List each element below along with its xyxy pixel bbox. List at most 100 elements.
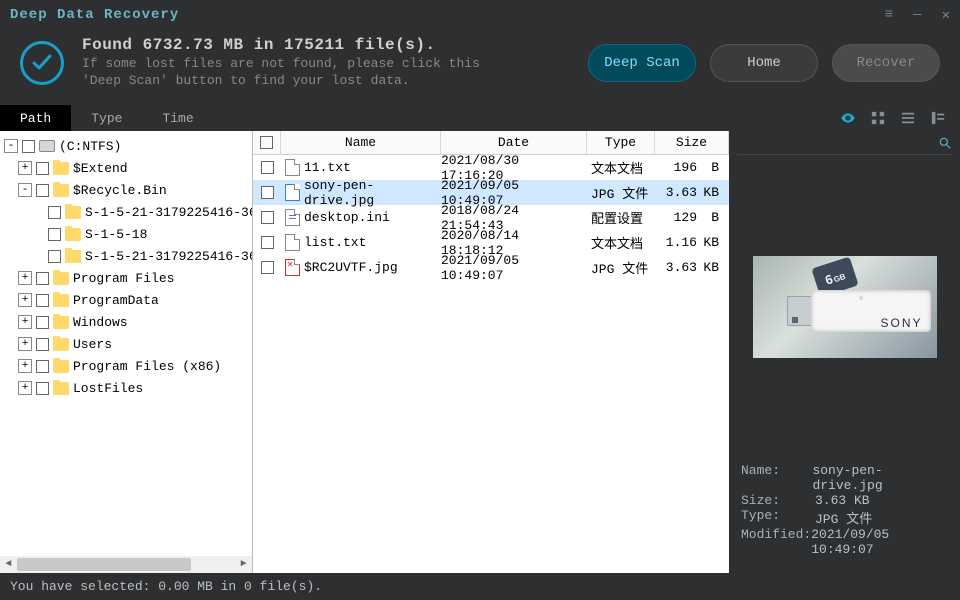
column-date[interactable]: Date xyxy=(441,131,587,154)
tree-item[interactable]: S-1-5-21-3179225416-3614492554 xyxy=(0,245,252,267)
status-text: You have selected: 0.00 MB in 0 file(s). xyxy=(10,579,322,594)
meta-size-label: Size: xyxy=(741,493,815,508)
column-checkbox[interactable] xyxy=(253,131,281,154)
file-row[interactable]: desktop.ini2018/08/24 21:54:43配置设置129B xyxy=(253,205,729,230)
tree-item[interactable]: S-1-5-18 xyxy=(0,223,252,245)
folder-icon xyxy=(53,382,69,395)
tree-item[interactable]: +ProgramData xyxy=(0,289,252,311)
search-bar[interactable] xyxy=(737,131,952,155)
file-row[interactable]: sony-pen-drive.jpg2021/09/05 10:49:07JPG… xyxy=(253,180,729,205)
summary-header: Found 6732.73 MB in 175211 file(s). If s… xyxy=(0,30,960,105)
file-icon xyxy=(285,159,300,176)
file-icon xyxy=(285,234,300,251)
expand-toggle-icon[interactable]: + xyxy=(18,271,32,285)
scroll-left-icon[interactable]: ◄ xyxy=(0,556,17,573)
tree-checkbox[interactable] xyxy=(36,382,49,395)
file-name: list.txt xyxy=(304,235,366,250)
tree-label: S-1-5-18 xyxy=(85,227,147,242)
preview-wrap: 6GB SONY xyxy=(729,159,960,455)
file-icon xyxy=(285,259,300,276)
tree-item[interactable]: + Program Files (x86) xyxy=(0,355,252,377)
file-checkbox[interactable] xyxy=(261,211,274,224)
deep-scan-button[interactable]: Deep Scan xyxy=(588,44,696,82)
expand-toggle-icon[interactable]: + xyxy=(18,315,32,329)
recover-button[interactable]: Recover xyxy=(832,44,940,82)
expand-toggle-icon[interactable]: + xyxy=(18,359,32,373)
tree-checkbox[interactable] xyxy=(48,228,61,241)
folder-tree[interactable]: - (C:NTFS) +$Extend - $Recycle.Bin S-1-5-21… xyxy=(0,131,252,555)
column-type[interactable]: Type xyxy=(587,131,655,154)
usb-connector-icon xyxy=(787,296,813,326)
tree-item[interactable]: S-1-5-21-3179225416-3614492554 xyxy=(0,201,252,223)
column-name[interactable]: Name xyxy=(281,131,441,154)
scroll-right-icon[interactable]: ► xyxy=(235,556,252,573)
file-name: sony-pen-drive.jpg xyxy=(304,178,441,208)
list-view-icon[interactable] xyxy=(900,110,916,126)
file-size: 129B xyxy=(655,210,729,225)
file-row[interactable]: 11.txt2021/08/30 17:16:20文本文档196B xyxy=(253,155,729,180)
scroll-thumb[interactable] xyxy=(17,558,191,571)
grid-view-icon[interactable] xyxy=(870,110,886,126)
tree-checkbox[interactable] xyxy=(48,206,61,219)
tree-checkbox[interactable] xyxy=(36,162,49,175)
expand-toggle-icon[interactable]: - xyxy=(18,183,32,197)
tree-item[interactable]: + LostFiles xyxy=(0,377,252,399)
file-name: $RC2UVTF.jpg xyxy=(304,260,398,275)
tree-checkbox[interactable] xyxy=(36,272,49,285)
tree-checkbox[interactable] xyxy=(22,140,35,153)
tree-item[interactable]: +$Extend xyxy=(0,157,252,179)
close-icon[interactable]: ✕ xyxy=(942,7,950,24)
tree-checkbox[interactable] xyxy=(36,184,49,197)
file-checkbox[interactable] xyxy=(261,186,274,199)
file-size: 1.16KB xyxy=(655,235,729,250)
file-size: 3.63KB xyxy=(655,260,729,275)
tree-label: $Recycle.Bin xyxy=(73,183,167,198)
column-size[interactable]: Size xyxy=(655,131,729,154)
tree-label: S-1-5-21-3179225416-3614492554 xyxy=(85,205,252,220)
home-button[interactable]: Home xyxy=(710,44,818,82)
tree-label: LostFiles xyxy=(73,381,143,396)
tree-checkbox[interactable] xyxy=(36,338,49,351)
preview-thumbnail: 6GB SONY xyxy=(753,256,937,358)
tree-item[interactable]: +Program Files xyxy=(0,267,252,289)
folder-icon xyxy=(53,272,69,285)
file-type: JPG 文件 xyxy=(587,183,655,202)
expand-toggle-icon[interactable]: + xyxy=(18,337,32,351)
file-type: 文本文档 xyxy=(587,158,655,177)
tree-checkbox[interactable] xyxy=(48,250,61,263)
file-row[interactable]: list.txt2020/08/14 18:18:12文本文档1.16KB xyxy=(253,230,729,255)
tree-label: Program Files (x86) xyxy=(73,359,221,374)
tab-type[interactable]: Type xyxy=(71,105,142,131)
folder-icon xyxy=(53,294,69,307)
file-checkbox[interactable] xyxy=(261,161,274,174)
expand-toggle-icon[interactable]: + xyxy=(18,161,32,175)
file-checkbox[interactable] xyxy=(261,236,274,249)
meta-size-value: 3.63 KB xyxy=(815,493,870,508)
app-title: Deep Data Recovery xyxy=(10,7,179,23)
scroll-track[interactable] xyxy=(17,556,235,573)
preview-toggle-icon[interactable] xyxy=(840,110,856,126)
menu-icon[interactable]: ≡ xyxy=(885,7,893,24)
expand-toggle-icon[interactable]: - xyxy=(4,139,18,153)
file-name: 11.txt xyxy=(304,160,351,175)
tree-checkbox[interactable] xyxy=(36,316,49,329)
tree-checkbox[interactable] xyxy=(36,360,49,373)
search-icon[interactable] xyxy=(938,136,952,150)
tab-time[interactable]: Time xyxy=(142,105,213,131)
file-icon xyxy=(285,209,300,226)
expand-toggle-icon[interactable]: + xyxy=(18,381,32,395)
tree-checkbox[interactable] xyxy=(36,294,49,307)
file-checkbox[interactable] xyxy=(261,261,274,274)
detail-view-icon[interactable] xyxy=(930,110,946,126)
folder-icon xyxy=(53,338,69,351)
minimize-icon[interactable]: — xyxy=(913,7,921,24)
tree-root[interactable]: - (C:NTFS) xyxy=(0,135,252,157)
tree-item[interactable]: +Users xyxy=(0,333,252,355)
tree-horizontal-scrollbar[interactable]: ◄ ► xyxy=(0,556,252,573)
tree-item[interactable]: - $Recycle.Bin xyxy=(0,179,252,201)
tree-item[interactable]: +Windows xyxy=(0,311,252,333)
tab-path[interactable]: Path xyxy=(0,105,71,131)
folder-icon xyxy=(53,184,69,197)
expand-toggle-icon[interactable]: + xyxy=(18,293,32,307)
file-row[interactable]: $RC2UVTF.jpg2021/09/05 10:49:07JPG 文件3.6… xyxy=(253,255,729,280)
